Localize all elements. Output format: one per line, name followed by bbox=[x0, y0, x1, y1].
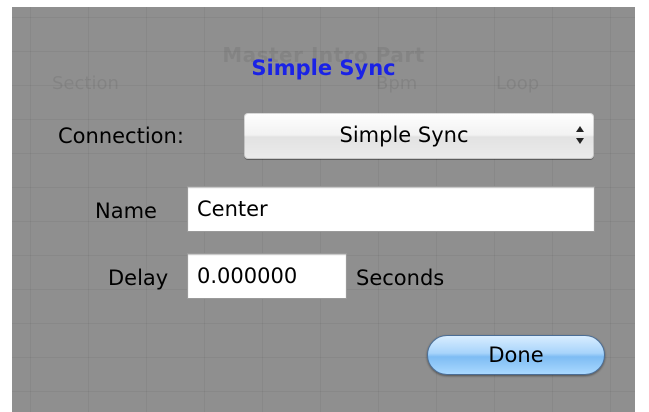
sheet-title: Simple Sync bbox=[251, 56, 396, 80]
name-field[interactable] bbox=[187, 186, 595, 232]
delay-field[interactable] bbox=[187, 253, 347, 299]
delay-unit-label: Seconds bbox=[356, 266, 445, 290]
delay-label: Delay bbox=[108, 266, 169, 290]
sync-sheet-panel: Master Intro Part Section Bpm Loop Simpl… bbox=[12, 7, 635, 412]
done-button[interactable]: Done bbox=[427, 335, 605, 375]
connection-popup-button[interactable]: Simple Sync bbox=[244, 113, 594, 159]
name-label: Name bbox=[95, 199, 157, 223]
connection-label: Connection: bbox=[58, 124, 184, 148]
connection-selected-value: Simple Sync bbox=[339, 123, 469, 147]
popup-up-down-arrows-icon bbox=[575, 124, 585, 146]
